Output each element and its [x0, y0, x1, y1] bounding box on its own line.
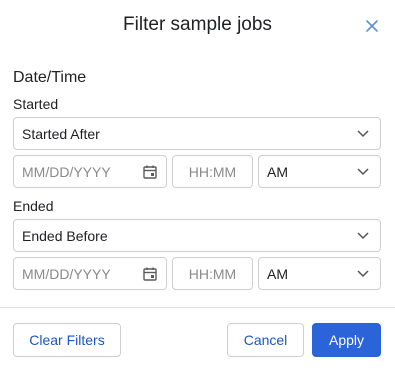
- ended-mode-select[interactable]: Ended Before: [13, 219, 381, 252]
- started-date-field[interactable]: MM/DD/YYYY: [13, 155, 167, 188]
- calendar-icon[interactable]: [142, 164, 158, 180]
- ended-label: Ended: [13, 198, 54, 214]
- started-date-placeholder: MM/DD/YYYY: [22, 163, 111, 180]
- ended-date-field[interactable]: MM/DD/YYYY: [13, 257, 167, 290]
- apply-button[interactable]: Apply: [312, 323, 381, 357]
- cancel-button[interactable]: Cancel: [227, 323, 304, 357]
- dialog-header: Filter sample jobs: [0, 0, 395, 54]
- close-button[interactable]: [361, 15, 383, 37]
- ended-mode-value: Ended Before: [22, 227, 108, 244]
- started-ampm-select[interactable]: AM: [258, 155, 381, 188]
- close-icon: [366, 20, 378, 32]
- dialog-title: Filter sample jobs: [123, 14, 272, 35]
- started-ampm-value: AM: [267, 163, 288, 180]
- chevron-down-icon: [357, 231, 369, 239]
- chevron-down-icon: [357, 129, 369, 137]
- ended-date-placeholder: MM/DD/YYYY: [22, 265, 111, 282]
- filter-dialog: Filter sample jobs Date/Time Started Sta…: [0, 0, 395, 371]
- footer-divider: [0, 307, 395, 308]
- ended-ampm-select[interactable]: AM: [258, 257, 381, 290]
- ended-time-placeholder: HH:MM: [188, 265, 237, 282]
- started-label: Started: [13, 96, 59, 112]
- chevron-down-icon: [357, 167, 369, 175]
- started-time-placeholder: HH:MM: [188, 163, 237, 180]
- calendar-icon[interactable]: [142, 266, 158, 282]
- ended-ampm-value: AM: [267, 265, 288, 282]
- started-mode-select[interactable]: Started After: [13, 117, 381, 150]
- clear-filters-button[interactable]: Clear Filters: [13, 323, 121, 357]
- chevron-down-icon: [357, 269, 369, 277]
- ended-time-field[interactable]: HH:MM: [172, 257, 253, 290]
- started-time-field[interactable]: HH:MM: [172, 155, 253, 188]
- section-label-datetime: Date/Time: [13, 69, 87, 86]
- started-mode-value: Started After: [22, 125, 100, 142]
